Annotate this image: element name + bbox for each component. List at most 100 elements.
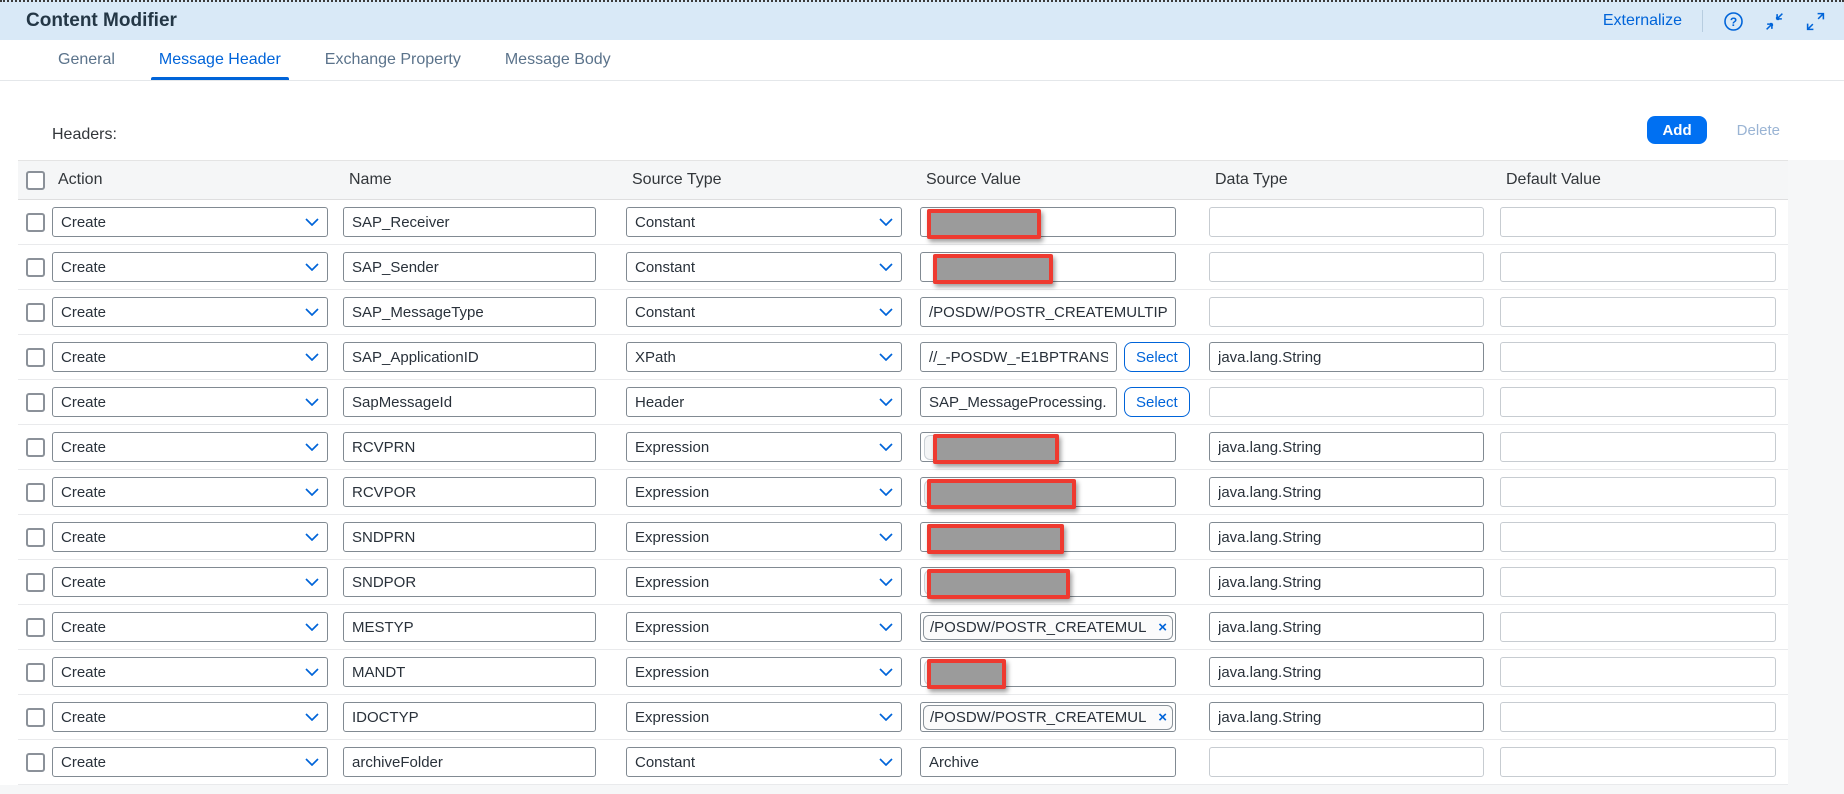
source-type-dropdown[interactable]: Header xyxy=(626,387,902,417)
action-dropdown[interactable]: Create xyxy=(52,387,328,417)
source-value-input[interactable] xyxy=(920,432,1176,462)
row-checkbox[interactable] xyxy=(26,303,45,322)
action-dropdown[interactable]: Create xyxy=(52,657,328,687)
data-type-input[interactable] xyxy=(1209,387,1484,417)
row-checkbox[interactable] xyxy=(26,483,45,502)
source-type-dropdown[interactable]: Expression xyxy=(626,612,902,642)
value-token[interactable]: /POSDW/POSTR_CREATEMUL× xyxy=(923,615,1173,640)
data-type-input[interactable] xyxy=(1209,747,1484,777)
default-value-input[interactable] xyxy=(1500,207,1776,237)
source-type-dropdown[interactable]: Constant xyxy=(626,252,902,282)
action-dropdown[interactable]: Create xyxy=(52,252,328,282)
source-value-input[interactable]: /POSDW/POSTR_CREATEMUL× xyxy=(920,702,1176,732)
action-dropdown[interactable]: Create xyxy=(52,747,328,777)
source-value-input[interactable] xyxy=(920,477,1176,507)
row-checkbox[interactable] xyxy=(26,348,45,367)
data-type-input[interactable]: java.lang.String xyxy=(1209,702,1484,732)
source-type-dropdown[interactable]: Expression xyxy=(626,657,902,687)
default-value-input[interactable] xyxy=(1500,567,1776,597)
data-type-input[interactable]: java.lang.String xyxy=(1209,342,1484,372)
default-value-input[interactable] xyxy=(1500,657,1776,687)
source-value-input[interactable] xyxy=(920,657,1176,687)
externalize-link[interactable]: Externalize xyxy=(1603,12,1682,30)
data-type-input[interactable]: java.lang.String xyxy=(1209,567,1484,597)
name-input[interactable]: RCVPRN xyxy=(343,432,596,462)
action-dropdown[interactable]: Create xyxy=(52,702,328,732)
add-button[interactable]: Add xyxy=(1647,116,1706,144)
source-type-dropdown[interactable]: Constant xyxy=(626,207,902,237)
name-input[interactable]: SAP_ApplicationID xyxy=(343,342,596,372)
data-type-input[interactable]: java.lang.String xyxy=(1209,432,1484,462)
action-dropdown[interactable]: Create xyxy=(52,207,328,237)
row-checkbox[interactable] xyxy=(26,573,45,592)
action-dropdown[interactable]: Create xyxy=(52,612,328,642)
select-all-checkbox[interactable] xyxy=(26,171,45,190)
source-value-input[interactable]: Archive xyxy=(920,747,1176,777)
action-dropdown[interactable]: Create xyxy=(52,477,328,507)
delete-button[interactable]: Delete xyxy=(1733,122,1784,139)
source-value-input[interactable]: /POSDW/POSTR_CREATEMULTIPLE xyxy=(920,297,1176,327)
data-type-input[interactable] xyxy=(1209,297,1484,327)
default-value-input[interactable] xyxy=(1500,522,1776,552)
default-value-input[interactable] xyxy=(1500,612,1776,642)
row-checkbox[interactable] xyxy=(26,753,45,772)
name-input[interactable]: SapMessageId xyxy=(343,387,596,417)
default-value-input[interactable] xyxy=(1500,252,1776,282)
data-type-input[interactable]: java.lang.String xyxy=(1209,612,1484,642)
source-value-input[interactable] xyxy=(920,207,1176,237)
source-value-input[interactable]: /POSDW/POSTR_CREATEMUL× xyxy=(920,612,1176,642)
data-type-input[interactable] xyxy=(1209,207,1484,237)
collapse-icon[interactable] xyxy=(1764,11,1785,32)
row-checkbox[interactable] xyxy=(26,213,45,232)
source-type-dropdown[interactable]: Expression xyxy=(626,477,902,507)
source-type-dropdown[interactable]: Expression xyxy=(626,567,902,597)
row-checkbox[interactable] xyxy=(26,708,45,727)
help-icon[interactable]: ? xyxy=(1723,11,1744,32)
source-type-dropdown[interactable]: Expression xyxy=(626,702,902,732)
action-dropdown[interactable]: Create xyxy=(52,342,328,372)
default-value-input[interactable] xyxy=(1500,342,1776,372)
tab-exchange-property[interactable]: Exchange Property xyxy=(325,40,461,80)
default-value-input[interactable] xyxy=(1500,477,1776,507)
tab-general[interactable]: General xyxy=(58,40,115,80)
action-dropdown[interactable]: Create xyxy=(52,567,328,597)
source-value-input[interactable] xyxy=(920,252,1176,282)
name-input[interactable]: IDOCTYP xyxy=(343,702,596,732)
tab-message-header[interactable]: Message Header xyxy=(159,40,281,80)
default-value-input[interactable] xyxy=(1500,387,1776,417)
row-checkbox[interactable] xyxy=(26,258,45,277)
source-type-dropdown[interactable]: Expression xyxy=(626,432,902,462)
row-checkbox[interactable] xyxy=(26,618,45,637)
row-checkbox[interactable] xyxy=(26,528,45,547)
value-token[interactable]: /POSDW/POSTR_CREATEMUL× xyxy=(923,705,1173,730)
tab-message-body[interactable]: Message Body xyxy=(505,40,611,80)
name-input[interactable]: MESTYP xyxy=(343,612,596,642)
action-dropdown[interactable]: Create xyxy=(52,522,328,552)
row-checkbox[interactable] xyxy=(26,393,45,412)
row-checkbox[interactable] xyxy=(26,663,45,682)
default-value-input[interactable] xyxy=(1500,432,1776,462)
source-type-dropdown[interactable]: Constant xyxy=(626,747,902,777)
action-dropdown[interactable]: Create xyxy=(52,432,328,462)
select-button[interactable]: Select xyxy=(1124,342,1190,372)
source-value-input[interactable]: //_-POSDW_-E1BPTRANS... xyxy=(920,342,1117,372)
name-input[interactable]: SAP_Sender xyxy=(343,252,596,282)
data-type-input[interactable]: java.lang.String xyxy=(1209,657,1484,687)
name-input[interactable]: SNDPRN xyxy=(343,522,596,552)
name-input[interactable]: RCVPOR xyxy=(343,477,596,507)
data-type-input[interactable] xyxy=(1209,252,1484,282)
select-button[interactable]: Select xyxy=(1124,387,1190,417)
remove-token-icon[interactable]: × xyxy=(1158,709,1167,726)
name-input[interactable]: SAP_MessageType xyxy=(343,297,596,327)
row-checkbox[interactable] xyxy=(26,438,45,457)
name-input[interactable]: SNDPOR xyxy=(343,567,596,597)
default-value-input[interactable] xyxy=(1500,702,1776,732)
default-value-input[interactable] xyxy=(1500,747,1776,777)
source-type-dropdown[interactable]: Expression xyxy=(626,522,902,552)
source-value-input[interactable]: SAP_MessageProcessing... xyxy=(920,387,1117,417)
source-value-input[interactable] xyxy=(920,522,1176,552)
data-type-input[interactable]: java.lang.String xyxy=(1209,522,1484,552)
default-value-input[interactable] xyxy=(1500,297,1776,327)
data-type-input[interactable]: java.lang.String xyxy=(1209,477,1484,507)
action-dropdown[interactable]: Create xyxy=(52,297,328,327)
